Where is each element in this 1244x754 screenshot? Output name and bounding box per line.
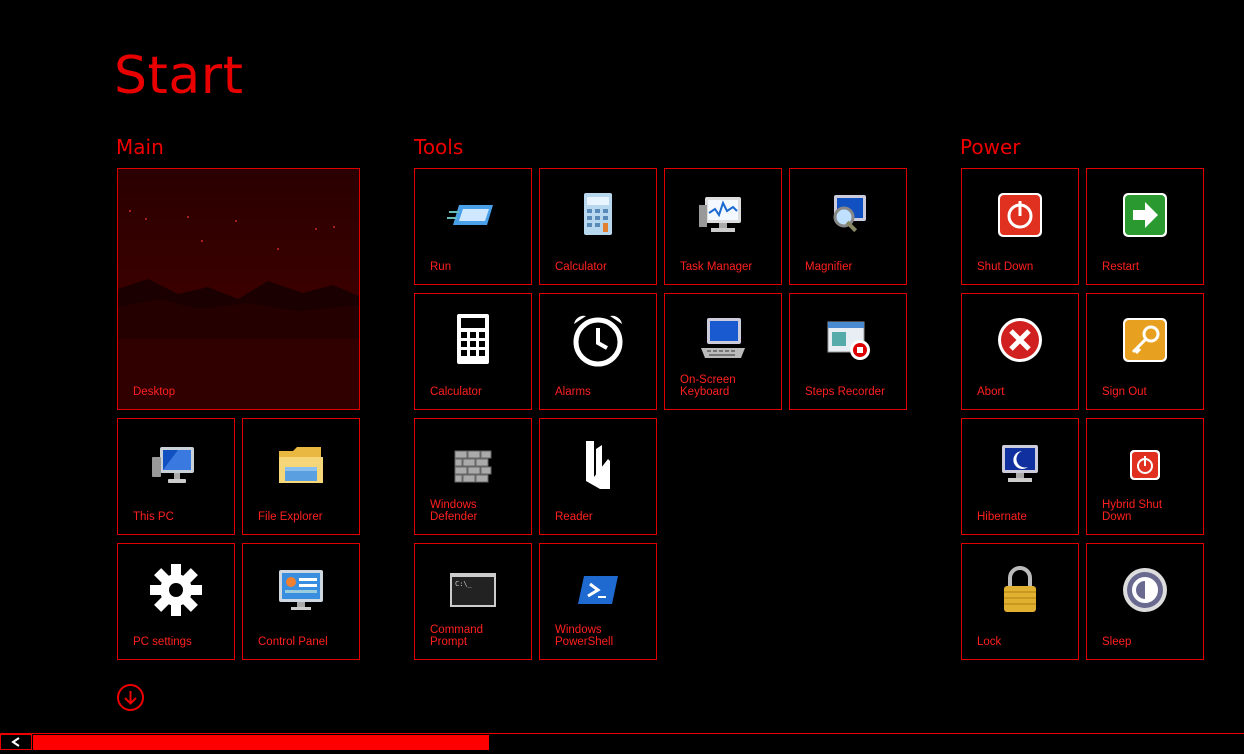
- group-title-power[interactable]: Power: [960, 135, 1020, 159]
- tile-label: Desktop: [133, 386, 176, 398]
- tile-label: PC settings: [133, 636, 192, 648]
- tile-task-manager[interactable]: Task Manager: [664, 168, 782, 285]
- tile-label: File Explorer: [258, 511, 323, 523]
- magnifier-icon: [820, 187, 876, 243]
- tile-windows-powershell[interactable]: Windows PowerShell: [539, 543, 657, 660]
- control-panel-icon: [273, 562, 329, 618]
- tile-hibernate[interactable]: Hibernate: [961, 418, 1079, 535]
- group-title-tools[interactable]: Tools: [414, 135, 463, 159]
- tile-reader[interactable]: Reader: [539, 418, 657, 535]
- power-icon: [992, 187, 1048, 243]
- tile-label: Control Panel: [258, 636, 328, 648]
- scroll-down-button[interactable]: [117, 684, 144, 711]
- tile-label: Calculator: [555, 261, 607, 273]
- tile-label: Steps Recorder: [805, 386, 885, 398]
- scroll-left-button[interactable]: [0, 734, 32, 750]
- task-manager-icon: [695, 187, 751, 243]
- tile-magnifier[interactable]: Magnifier: [789, 168, 907, 285]
- scrollbar-thumb[interactable]: [33, 735, 489, 750]
- tile-label: Alarms: [555, 386, 591, 398]
- tile-label: Abort: [977, 386, 1005, 398]
- tile-label: Reader: [555, 511, 593, 523]
- tile-sleep[interactable]: Sleep: [1086, 543, 1204, 660]
- tile-label: Sleep: [1102, 636, 1132, 648]
- tile-calculator-2[interactable]: Calculator: [414, 293, 532, 410]
- gear-icon: [148, 562, 204, 618]
- tile-sign-out[interactable]: Sign Out: [1086, 293, 1204, 410]
- desktop-wallpaper: [118, 169, 359, 409]
- abort-x-icon: [992, 312, 1048, 368]
- key-icon: [1117, 312, 1173, 368]
- page-title: Start: [114, 46, 244, 106]
- run-icon: [445, 187, 501, 243]
- steps-recorder-icon: [820, 312, 876, 368]
- restart-arrow-icon: [1117, 187, 1173, 243]
- group-title-main[interactable]: Main: [116, 135, 164, 159]
- tile-desktop[interactable]: Desktop: [117, 168, 360, 410]
- tile-file-explorer[interactable]: File Explorer: [242, 418, 360, 535]
- tile-label: Task Manager: [680, 261, 753, 273]
- tile-this-pc[interactable]: This PC: [117, 418, 235, 535]
- calculator-icon: [570, 187, 626, 243]
- tile-label: On-Screen Keyboard: [680, 374, 736, 398]
- tile-abort[interactable]: Abort: [961, 293, 1079, 410]
- firewall-icon: [445, 437, 501, 493]
- tile-label: This PC: [133, 511, 174, 523]
- small-power-icon: [1117, 437, 1173, 493]
- tile-label: Windows PowerShell: [555, 624, 614, 648]
- tile-lock[interactable]: Lock: [961, 543, 1079, 660]
- tile-shut-down[interactable]: Shut Down: [961, 168, 1079, 285]
- tile-windows-defender[interactable]: Windows Defender: [414, 418, 532, 535]
- tile-on-screen-keyboard[interactable]: On-Screen Keyboard: [664, 293, 782, 410]
- tile-pc-settings[interactable]: PC settings: [117, 543, 235, 660]
- chevron-left-icon: [11, 737, 20, 747]
- command-prompt-icon: C:\_: [445, 562, 501, 618]
- tile-label: Command Prompt: [430, 624, 484, 648]
- tile-label: Windows Defender: [430, 499, 478, 523]
- tile-label: Calculator: [430, 386, 482, 398]
- tile-hybrid-shut-down[interactable]: Hybrid Shut Down: [1086, 418, 1204, 535]
- tile-run[interactable]: Run: [414, 168, 532, 285]
- reader-icon: [570, 437, 626, 493]
- svg-text:C:\_: C:\_: [455, 580, 473, 588]
- tile-steps-recorder[interactable]: Steps Recorder: [789, 293, 907, 410]
- tile-label: Hibernate: [977, 511, 1027, 523]
- tile-label: Hybrid Shut Down: [1102, 499, 1163, 523]
- calculator-outline-icon: [445, 312, 501, 368]
- tile-label: Sign Out: [1102, 386, 1147, 398]
- hibernate-moon-icon: [992, 437, 1048, 493]
- tile-restart[interactable]: Restart: [1086, 168, 1204, 285]
- padlock-icon: [992, 562, 1048, 618]
- sleep-icon: [1117, 562, 1173, 618]
- tile-label: Lock: [977, 636, 1002, 648]
- tile-calculator-1[interactable]: Calculator: [539, 168, 657, 285]
- arrow-down-icon: [124, 691, 137, 705]
- tile-command-prompt[interactable]: C:\_ Command Prompt: [414, 543, 532, 660]
- tile-label: Magnifier: [805, 261, 853, 273]
- tile-alarms[interactable]: Alarms: [539, 293, 657, 410]
- tile-control-panel[interactable]: Control Panel: [242, 543, 360, 660]
- tile-label: Run: [430, 261, 452, 273]
- powershell-icon: [570, 562, 626, 618]
- folder-icon: [273, 437, 329, 493]
- tile-label: Restart: [1102, 261, 1140, 273]
- computer-icon: [148, 437, 204, 493]
- tile-label: Shut Down: [977, 261, 1034, 273]
- keyboard-icon: [695, 312, 751, 368]
- alarm-clock-icon: [570, 312, 626, 368]
